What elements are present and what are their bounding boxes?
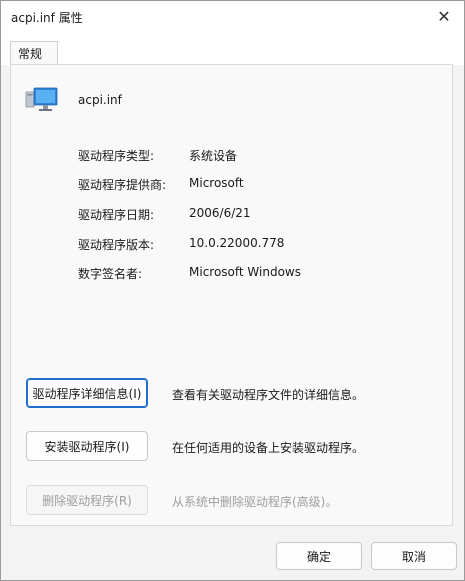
computer-device-icon — [25, 87, 58, 111]
window-title: acpi.inf 属性 — [11, 11, 83, 25]
driver-date-value: 2006/6/21 — [189, 206, 251, 220]
remove-driver-label: 删除驱动程序(R) — [42, 493, 132, 508]
title-bar: acpi.inf 属性 ✕ — [1, 1, 464, 31]
driver-type-label: 驱动程序类型: — [78, 149, 155, 163]
driver-version-value: 10.0.22000.778 — [189, 236, 285, 250]
driver-date-label: 驱动程序日期: — [78, 208, 155, 222]
install-driver-desc: 在任何适用的设备上安装驱动程序。 — [172, 441, 365, 455]
close-button[interactable]: ✕ — [424, 1, 464, 31]
driver-provider-label: 驱动程序提供商: — [78, 178, 167, 192]
cancel-label: 取消 — [401, 549, 426, 564]
tab-general[interactable]: 常规 — [10, 41, 58, 65]
cancel-button[interactable]: 取消 — [371, 542, 457, 570]
driver-name: acpi.inf — [78, 93, 122, 107]
general-panel: acpi.inf 驱动程序类型: 系统设备 驱动程序提供商: Microsoft… — [10, 64, 453, 526]
driver-version-label: 驱动程序版本: — [78, 238, 155, 252]
ok-button[interactable]: 确定 — [276, 542, 362, 570]
properties-dialog: acpi.inf 属性 ✕ 常规 acpi.inf 驱动程序类型: 系统设备 驱… — [0, 0, 465, 581]
tab-label: 常规 — [18, 47, 43, 61]
tab-strip: 常规 — [1, 31, 464, 65]
driver-details-button[interactable]: 驱动程序详细信息(I) — [26, 378, 148, 408]
driver-type-value: 系统设备 — [189, 149, 238, 163]
digital-signer-label: 数字签名者: — [78, 267, 143, 281]
remove-driver-button[interactable]: 删除驱动程序(R) — [26, 485, 148, 515]
driver-provider-value: Microsoft — [189, 176, 244, 190]
remove-driver-desc: 从系统中删除驱动程序(高级)。 — [172, 495, 338, 509]
driver-details-label: 驱动程序详细信息(I) — [32, 386, 142, 401]
digital-signer-value: Microsoft Windows — [189, 265, 301, 279]
ok-label: 确定 — [306, 549, 331, 564]
install-driver-button[interactable]: 安装驱动程序(I) — [26, 431, 148, 461]
close-icon: ✕ — [437, 6, 451, 26]
install-driver-label: 安装驱动程序(I) — [44, 439, 130, 454]
driver-details-desc: 查看有关驱动程序文件的详细信息。 — [172, 388, 365, 402]
